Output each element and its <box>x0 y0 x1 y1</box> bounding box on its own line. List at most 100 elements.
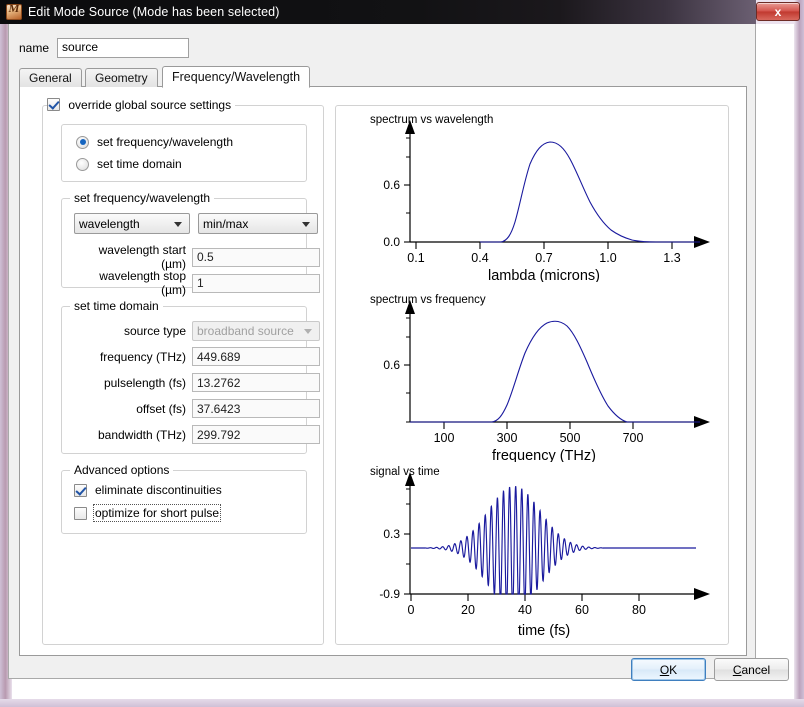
chart1-xtick-1: 0.4 <box>471 251 488 265</box>
chart2-xtick-2: 500 <box>560 431 581 445</box>
chart3-ytick-1: -0.9 <box>379 587 400 601</box>
optimize-short-pulse-label: optimize for short pulse <box>92 504 222 522</box>
radio-set-frequency-wavelength[interactable]: set frequency/wavelength <box>76 135 233 149</box>
dialog-body: name source General Geometry Frequency/W… <box>8 24 789 681</box>
wavelength-start-label: wavelength start (µm) <box>98 243 186 271</box>
chart-signal-vs-time: signal vs time 0.3 -0.9 0 20 40 60 80 ti… <box>344 464 722 639</box>
offset-label: offset (fs) <box>136 401 186 416</box>
chart1-ytick-0: 0.0 <box>383 235 400 249</box>
pulselength-input[interactable]: 13.2762 <box>192 373 320 392</box>
chart2-title: spectrum vs frequency <box>370 294 486 306</box>
chart2-ytick-0: 0.6 <box>383 358 400 372</box>
chart2-xtick-3: 700 <box>623 431 644 445</box>
wavelength-stop-label: wavelength stop (µm) <box>99 269 186 297</box>
source-type-row: source type broadband source <box>74 321 320 341</box>
range-combo[interactable]: min/max <box>198 213 318 234</box>
chart2-curve <box>410 320 700 423</box>
radio-time-domain-label: set time domain <box>97 157 182 171</box>
window-titlebar[interactable]: Edit Mode Source (Mode has been selected… <box>0 0 756 24</box>
cancel-button[interactable]: Cancel <box>714 658 789 681</box>
chart1-ytick-1: 0.6 <box>383 178 400 192</box>
offset-row: offset (fs) 37.6423 <box>74 399 320 418</box>
bandwidth-label: bandwidth (THz) <box>97 427 186 442</box>
bandwidth-input[interactable]: 299.792 <box>192 425 320 444</box>
chart2-svg: 0.6 100 300 500 700 frequency (THz) <box>383 300 710 464</box>
chart-spectrum-vs-frequency: spectrum vs frequency 0.6 100 300 500 70… <box>344 292 722 464</box>
screen: Edit Mode Source (Mode has been selected… <box>0 0 804 707</box>
offset-input[interactable]: 37.6423 <box>192 399 320 418</box>
app-icon <box>6 4 22 20</box>
chart3-svg: 0.3 -0.9 0 20 40 60 80 time (fs) <box>379 472 710 639</box>
eliminate-discontinuities-checkbox[interactable] <box>74 483 87 497</box>
tab-geometry[interactable]: Geometry <box>85 68 158 87</box>
wavelength-start-row: wavelength start (µm) 0.5 <box>74 243 320 271</box>
override-global-source-settings-checkbox[interactable] <box>47 98 60 111</box>
range-combo-value: min/max <box>203 216 249 231</box>
chart2-xtick-1: 300 <box>497 431 518 445</box>
source-type-value: broadband source <box>197 324 294 338</box>
chart3-xtick-2: 40 <box>518 603 532 617</box>
eliminate-discontinuities-label: eliminate discontinuities <box>95 483 222 497</box>
advanced-options-group: Advanced options eliminate discontinuiti… <box>61 463 307 534</box>
desktop-bottom-edge <box>0 699 804 707</box>
chart1-title: spectrum vs wavelength <box>370 114 494 126</box>
checkbox-optimize-for-short-pulse[interactable]: optimize for short pulse <box>74 504 222 522</box>
chart1-xtick-2: 0.7 <box>535 251 552 265</box>
frequency-label: frequency (THz) <box>99 349 186 364</box>
advanced-options-legend: Advanced options <box>70 463 174 477</box>
optimize-short-pulse-checkbox[interactable] <box>74 506 87 520</box>
radio-frequency-wavelength-label: set frequency/wavelength <box>97 135 234 149</box>
chart1-xtick-3: 1.0 <box>599 251 616 265</box>
chart3-ytick-0: 0.3 <box>383 527 400 541</box>
window-title: Edit Mode Source (Mode has been selected… <box>28 5 280 19</box>
frequency-row: frequency (THz) 449.689 <box>74 347 320 366</box>
source-type-label: source type <box>123 324 186 338</box>
pulselength-label: pulselength (fs) <box>103 375 186 390</box>
chart3-xtick-4: 80 <box>632 603 646 617</box>
radio-time-domain-icon[interactable] <box>76 157 89 171</box>
source-type-combo[interactable]: broadband source <box>192 321 320 341</box>
name-input[interactable]: source <box>57 38 190 58</box>
tab-page-frequency-wavelength: override global source settings set freq… <box>19 87 747 656</box>
radio-set-time-domain[interactable]: set time domain <box>76 157 182 171</box>
quantity-combo-value: wavelength <box>79 216 140 231</box>
ok-button[interactable]: OK <box>631 658 706 681</box>
chart2-xlabel: frequency (THz) <box>492 448 596 462</box>
name-label: name <box>19 41 50 55</box>
tab-general[interactable]: General <box>19 68 82 87</box>
chart3-xtick-1: 20 <box>461 603 475 617</box>
checkbox-eliminate-discontinuities[interactable]: eliminate discontinuities <box>74 483 222 497</box>
bandwidth-row: bandwidth (THz) 299.792 <box>74 425 320 444</box>
chart3-title: signal vs time <box>370 466 440 478</box>
tab-frequency-wavelength[interactable]: Frequency/Wavelength <box>162 66 311 88</box>
wavelength-stop-input[interactable]: 1 <box>192 273 320 293</box>
tabstrip: General Geometry Frequency/Wavelength <box>19 66 747 88</box>
set-frequency-wavelength-group: set frequency/wavelength wavelength min/… <box>61 191 320 297</box>
chart3-waveform <box>411 486 696 595</box>
chart3-xlabel: time (fs) <box>518 623 570 639</box>
radio-frequency-wavelength-icon[interactable] <box>76 135 89 149</box>
wavelength-start-input[interactable]: 0.5 <box>192 247 320 267</box>
override-global-source-settings-label: override global source settings <box>68 98 232 112</box>
chart1-xtick-4: 1.3 <box>663 251 680 265</box>
close-icon[interactable]: x <box>756 2 800 21</box>
override-global-source-settings-group: override global source settings set freq… <box>42 98 324 645</box>
cancel-button-label: Cancel <box>732 662 771 677</box>
chart1-curve <box>480 141 700 243</box>
set-frequency-wavelength-legend: set frequency/wavelength <box>70 191 215 205</box>
source-mode-radio-group: set frequency/wavelength set time domain <box>61 124 307 182</box>
chevron-down-icon <box>304 329 312 334</box>
chart2-xtick-0: 100 <box>434 431 455 445</box>
quantity-combo[interactable]: wavelength <box>74 213 190 234</box>
name-row: name source <box>19 38 190 58</box>
wavelength-stop-row: wavelength stop (µm) 1 <box>74 269 320 297</box>
desktop-right-edge <box>794 0 804 707</box>
chevron-down-icon <box>302 221 310 227</box>
chart-spectrum-vs-wavelength: spectrum vs wavelength 0.0 0.6 0.1 0.4 0… <box>344 112 722 284</box>
plots-panel: spectrum vs wavelength 0.0 0.6 0.1 0.4 0… <box>335 105 729 645</box>
chart1-xtick-0: 0.1 <box>407 251 424 265</box>
frequency-input[interactable]: 449.689 <box>192 347 320 366</box>
chart1-xlabel: lambda (microns) <box>488 268 600 282</box>
pulselength-row: pulselength (fs) 13.2762 <box>74 373 320 392</box>
set-time-domain-group: set time domain source type broadband so… <box>61 299 320 454</box>
